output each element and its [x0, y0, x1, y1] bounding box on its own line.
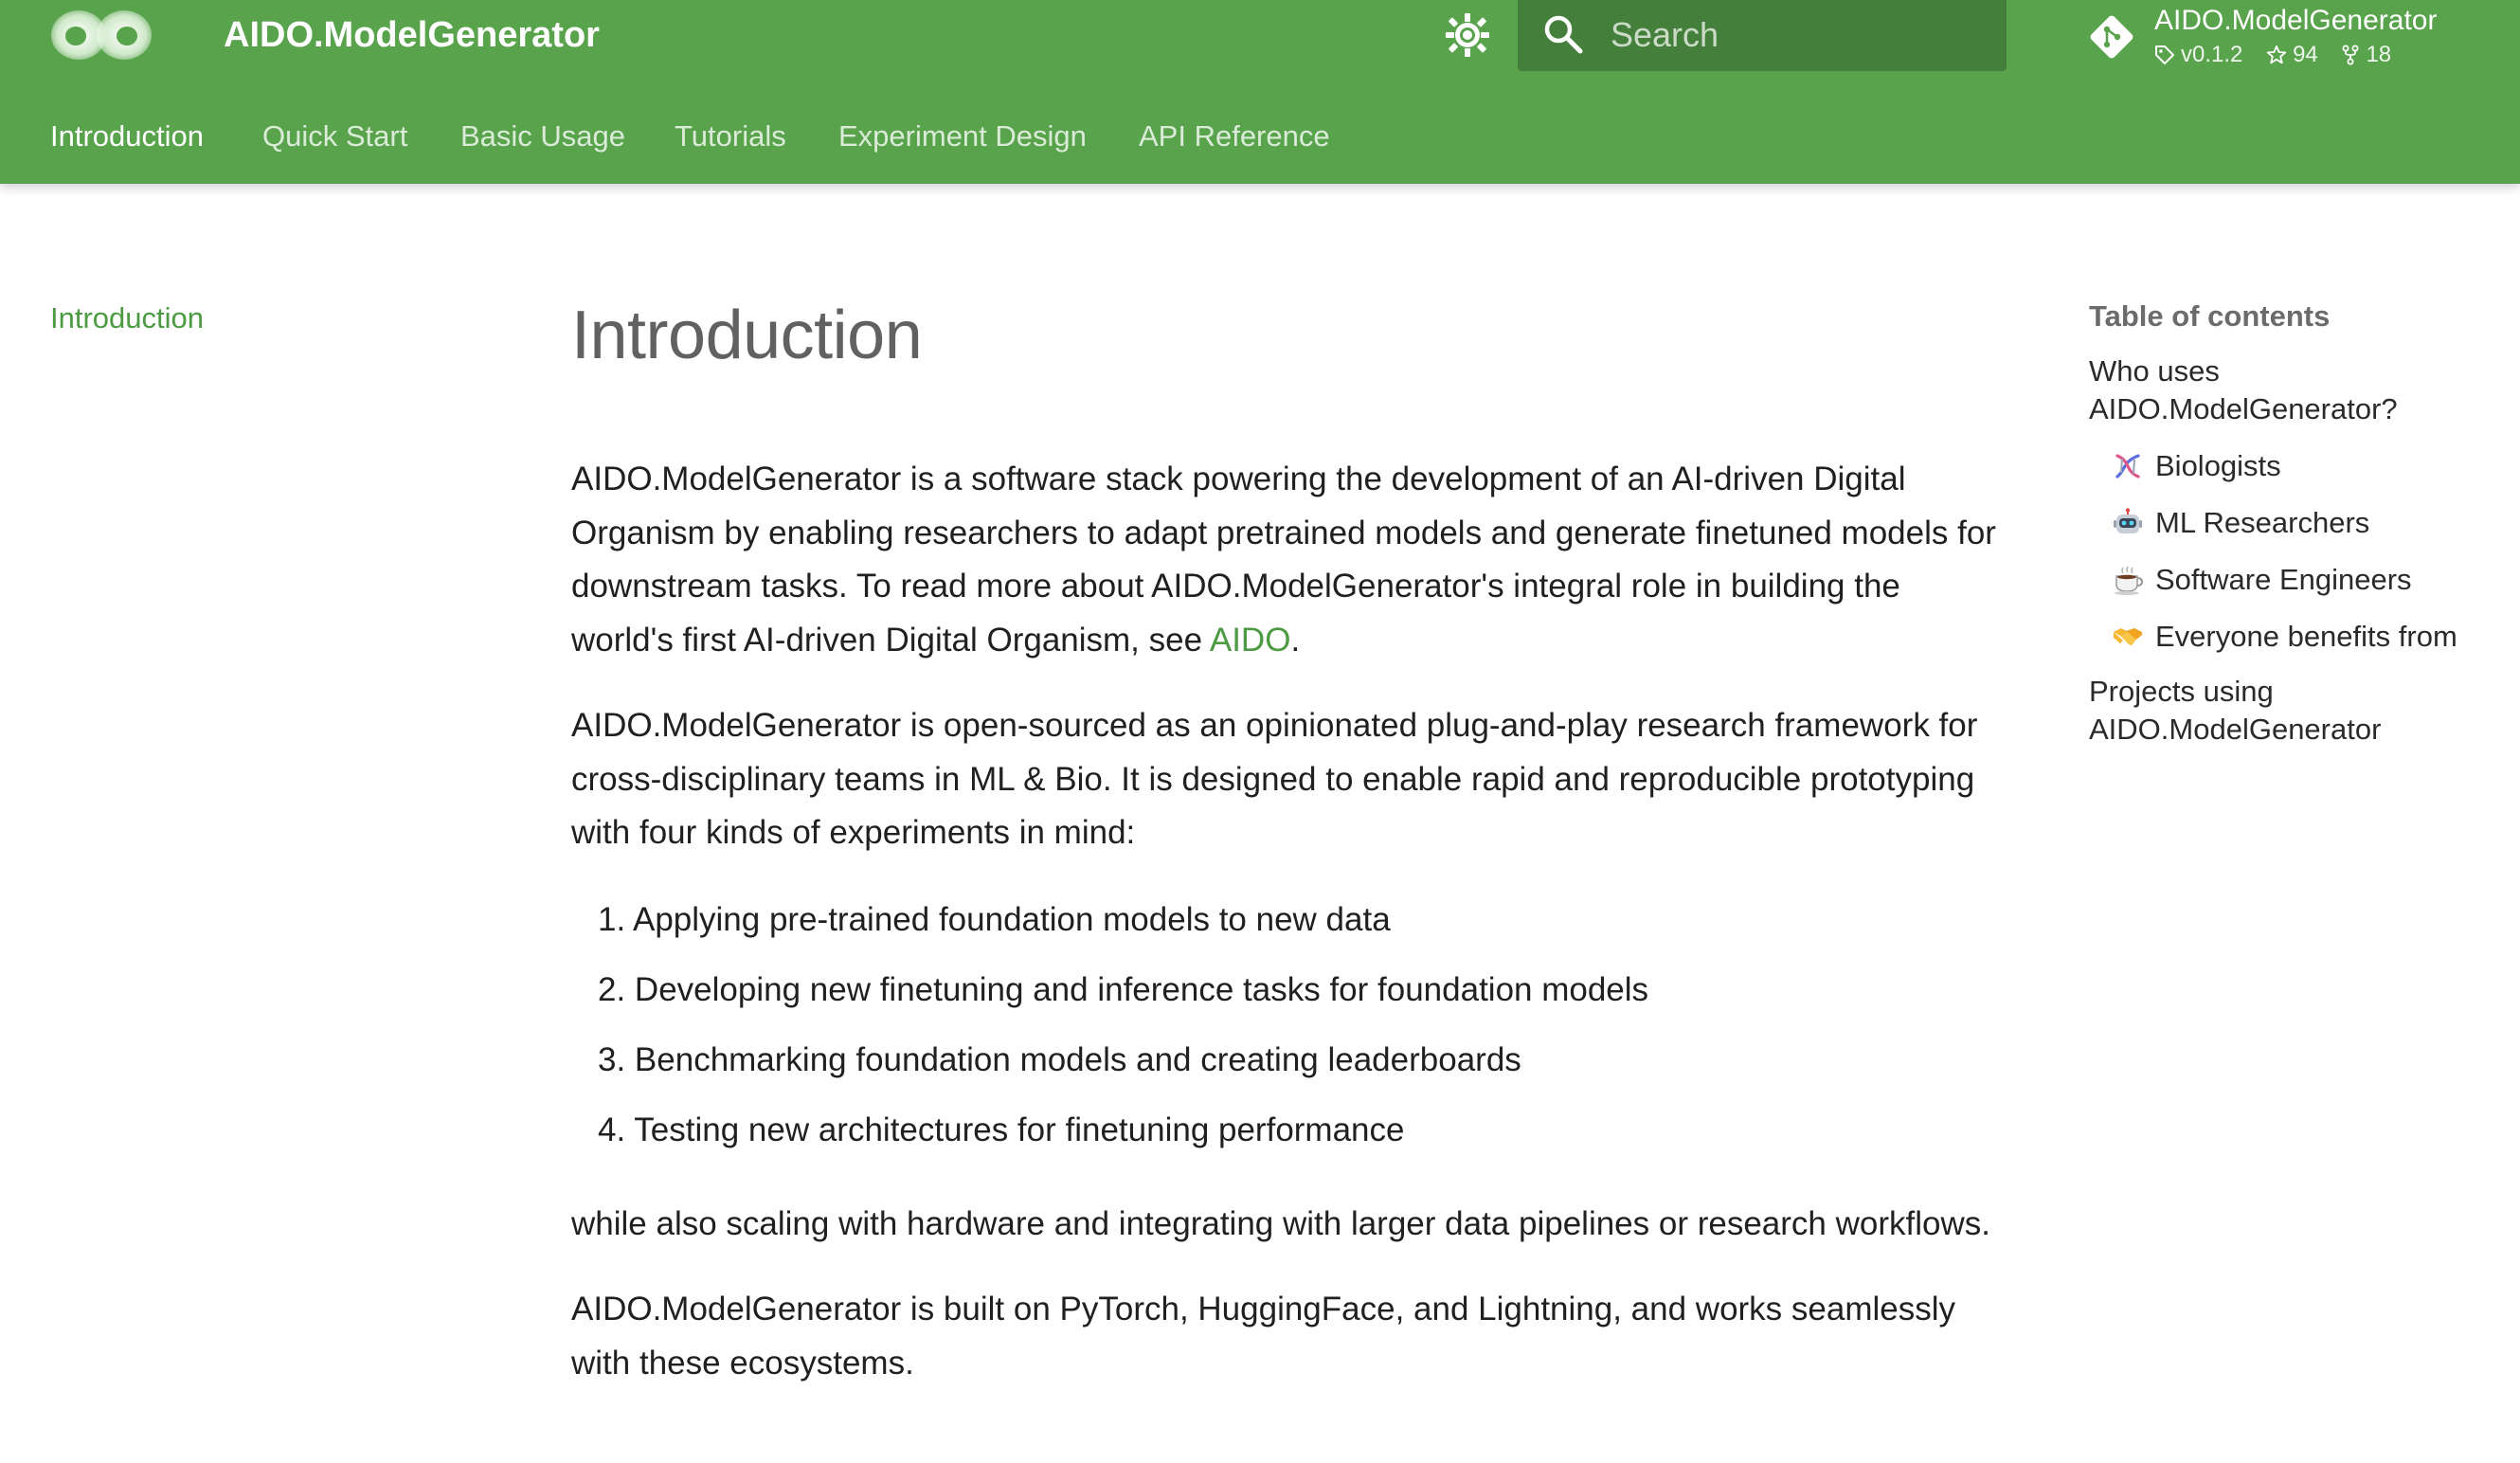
toc-item-label: Projects using AIDO.ModelGenerator — [2089, 675, 2382, 746]
repo-stars: 94 — [2266, 40, 2318, 70]
tab-quick-start[interactable]: Quick Start — [262, 117, 407, 155]
handshake-icon — [2114, 628, 2142, 645]
toc-item-everyone-benefits[interactable]: Everyone benefits from — [2112, 618, 2496, 656]
repo-version: v0.1.2 — [2154, 40, 2242, 70]
theme-toggle-icon[interactable] — [1442, 11, 1493, 59]
toc-item-label: ML Researchers — [2155, 506, 2370, 539]
toc-item-biologists[interactable]: Biologists — [2112, 447, 2496, 485]
toc-item-label: Software Engineers — [2155, 563, 2412, 596]
list-item: 1. Applying pre-trained foundation model… — [598, 900, 1391, 938]
dna-icon — [2115, 454, 2140, 479]
toc-item-ml-researchers[interactable]: ML Researchers — [2112, 504, 2496, 542]
site-title[interactable]: AIDO.ModelGenerator — [224, 11, 600, 59]
toc-heading: Table of contents — [2089, 299, 2331, 333]
scaling-paragraph: while also scaling with hardware and int… — [571, 1204, 1990, 1242]
toc-item-label: Everyone benefits from — [2155, 620, 2457, 653]
tab-tutorials[interactable]: Tutorials — [675, 117, 786, 155]
repo-stars-count: 94 — [2293, 42, 2318, 67]
repo-facts: v0.1.2 94 18 — [2154, 40, 2408, 74]
page-title: Introduction — [571, 298, 923, 373]
toc-item-label: Who uses AIDO.ModelGenerator? — [2089, 354, 2398, 425]
repo-version-text: v0.1.2 — [2181, 42, 2243, 67]
coffee-icon — [2115, 566, 2144, 595]
framework-paragraph: AIDO.ModelGenerator is open-sourced as a… — [571, 707, 1978, 851]
experiment-list: 1. Applying pre-trained foundation model… — [571, 898, 2011, 1179]
table-of-contents: Table of contents Who uses AIDO.ModelGen… — [2089, 298, 2496, 749]
robot-icon — [2114, 508, 2142, 533]
intro-paragraph-end: . — [1290, 621, 1301, 659]
search-box[interactable] — [1518, 0, 2007, 71]
site-logo[interactable] — [49, 8, 153, 63]
repo-forks: 18 — [2341, 40, 2391, 70]
search-input[interactable] — [1609, 9, 1988, 61]
repo-link[interactable]: AIDO.ModelGenerator v0.1.2 94 18 — [2088, 4, 2505, 72]
toc-item-software-engineers[interactable]: Software Engineers — [2112, 561, 2496, 599]
sidebar-item-introduction[interactable]: Introduction — [50, 299, 204, 337]
list-item: 4. Testing new architectures for finetun… — [598, 1111, 1405, 1148]
git-icon — [2090, 15, 2133, 59]
tab-api-reference[interactable]: API Reference — [1139, 117, 1330, 155]
tab-basic-usage[interactable]: Basic Usage — [460, 117, 625, 155]
tab-introduction[interactable]: Introduction — [50, 117, 204, 155]
repo-forks-count: 18 — [2366, 42, 2392, 67]
top-header: AIDO.ModelGenerator Search AIDO.ModelGen… — [0, 0, 2520, 184]
fork-icon — [2342, 45, 2359, 65]
tag-icon — [2155, 45, 2174, 64]
aido-link[interactable]: AIDO — [1210, 622, 1291, 659]
search-icon — [1544, 15, 1583, 54]
list-item: 2. Developing new finetuning and inferen… — [598, 970, 1649, 1008]
main-content: Introduction AIDO.ModelGenerator is a so… — [571, 284, 2011, 1390]
star-icon — [2266, 45, 2287, 64]
intro-paragraph: AIDO.ModelGenerator is a software stack … — [571, 453, 2011, 667]
toc-item-who-uses[interactable]: Who uses AIDO.ModelGenerator? — [2089, 352, 2430, 428]
toc-item-projects[interactable]: Projects using AIDO.ModelGenerator — [2089, 673, 2430, 749]
list-item: 3. Benchmarking foundation models and cr… — [598, 1040, 1521, 1078]
repo-name: AIDO.ModelGenerator — [2154, 5, 2438, 36]
toc-item-label: Biologists — [2155, 449, 2281, 482]
tab-experiment-design[interactable]: Experiment Design — [838, 117, 1087, 155]
ecosystem-paragraph: AIDO.ModelGenerator is built on PyTorch,… — [571, 1291, 1956, 1382]
